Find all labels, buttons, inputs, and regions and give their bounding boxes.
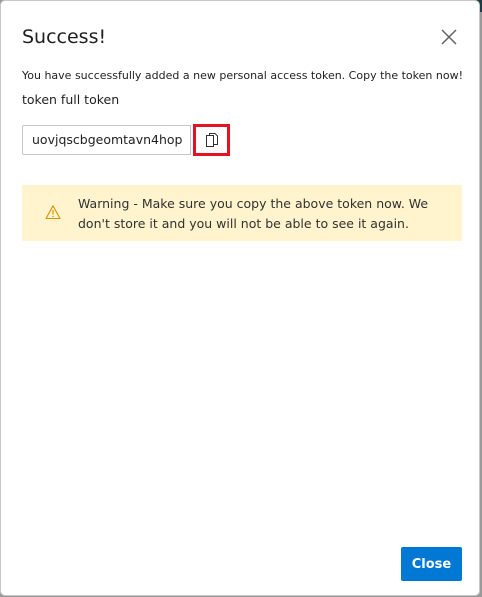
success-dialog: Success! You have successfully added a n… [1, 1, 479, 595]
close-button[interactable]: Close [401, 547, 462, 581]
dialog-title: Success! [22, 26, 107, 48]
close-icon [441, 29, 457, 45]
warning-text: Warning - Make sure you copy the above t… [78, 196, 429, 231]
copy-token-button[interactable] [193, 124, 230, 156]
warning-icon [45, 205, 61, 220]
warning-message-bar: Warning - Make sure you copy the above t… [22, 185, 462, 241]
copy-icon [205, 133, 218, 147]
success-message: You have successfully added a new person… [22, 69, 463, 82]
dialog-close-x-button[interactable] [439, 27, 459, 47]
token-label: token full token [22, 92, 120, 107]
token-field[interactable]: uovjqscbgeomtavn4hop [22, 125, 191, 155]
